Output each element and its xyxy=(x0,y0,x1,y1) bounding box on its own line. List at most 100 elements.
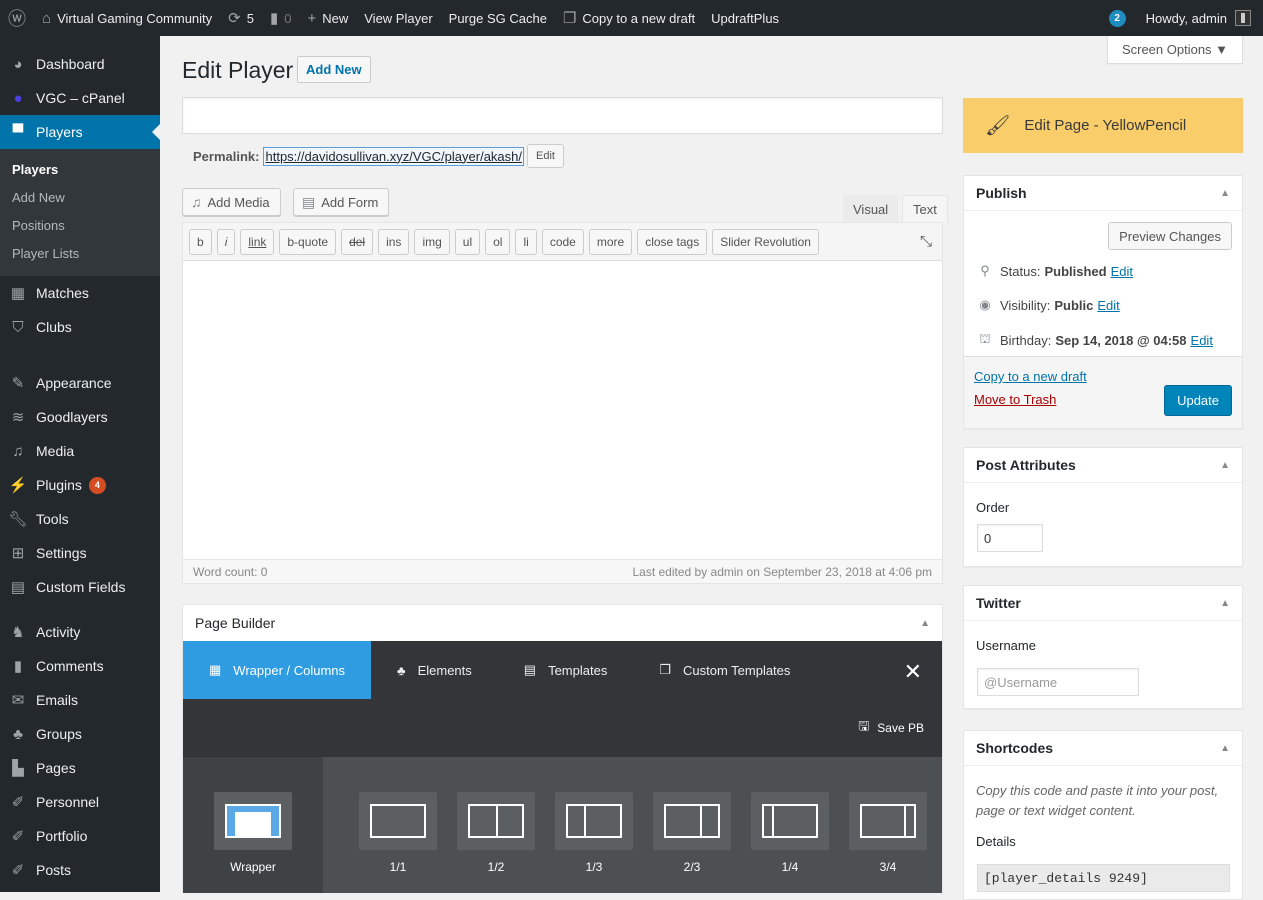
publish-header[interactable]: Publish ▲ xyxy=(964,176,1242,211)
permalink-edit-button[interactable]: Edit xyxy=(527,144,564,168)
submenu-add-new[interactable]: Add New xyxy=(0,184,160,212)
qt-ins[interactable]: ins xyxy=(378,229,410,255)
menu-posts[interactable]: ✐ Posts xyxy=(0,853,160,887)
pb-column-1-2[interactable]: 1/2 xyxy=(447,792,545,893)
permalink-row: Permalink: https://davidosullivan.xyz/VG… xyxy=(193,144,564,168)
qt-slider-revolution[interactable]: Slider Revolution xyxy=(712,229,819,255)
qt-more[interactable]: more xyxy=(588,229,633,255)
new-content-link[interactable]: + New xyxy=(299,0,356,36)
view-player-link[interactable]: View Player xyxy=(356,0,440,36)
username-input[interactable]: @Username xyxy=(977,668,1139,696)
title-input[interactable] xyxy=(182,97,943,134)
qt-link[interactable]: link xyxy=(240,229,275,255)
qt-ol[interactable]: ol xyxy=(485,229,511,255)
purge-cache-link[interactable]: Purge SG Cache xyxy=(441,0,555,36)
qt-li[interactable]: li xyxy=(515,229,537,255)
collapse-icon[interactable]: ▲ xyxy=(1220,598,1230,609)
collapse-icon[interactable]: ▲ xyxy=(1220,188,1230,199)
pb-wrapper-item[interactable]: Wrapper xyxy=(204,792,302,874)
menu-custom-fields[interactable]: ▤ Custom Fields xyxy=(0,570,160,604)
pb-column-2-3[interactable]: 2/3 xyxy=(643,792,741,893)
edit-status-link[interactable]: Edit xyxy=(1111,264,1133,279)
edit-birthday-link[interactable]: Edit xyxy=(1191,333,1213,348)
menu-matches[interactable]: ▦ Matches xyxy=(0,276,160,310)
twitter-header[interactable]: Twitter ▲ xyxy=(964,586,1242,621)
qt-italic[interactable]: i xyxy=(216,229,236,255)
menu-portfolio[interactable]: ✐ Portfolio xyxy=(0,819,160,853)
menu-media[interactable]: ♫ Media xyxy=(0,434,160,468)
content-textarea[interactable] xyxy=(183,261,942,559)
copy-to-draft-link[interactable]: Copy to a new draft xyxy=(974,369,1087,384)
order-input[interactable]: 0 xyxy=(977,524,1043,552)
pb-fullscreen-icon[interactable]: ✕ xyxy=(904,659,922,685)
menu-personnel[interactable]: ✐ Personnel xyxy=(0,785,160,819)
update-button[interactable]: Update xyxy=(1164,385,1232,416)
menu-tools[interactable]: 🔧︎ Tools xyxy=(0,502,160,536)
menu-label: Players xyxy=(36,124,83,140)
fullscreen-icon[interactable]: ⤡ xyxy=(920,233,932,250)
menu-comments[interactable]: ▮ Comments xyxy=(0,649,160,683)
pb-tab-elements[interactable]: ♣ Elements xyxy=(371,641,498,699)
pb-tab-wrapper-columns[interactable]: ▦ Wrapper / Columns xyxy=(183,641,372,699)
menu-clubs[interactable]: ⛉ Clubs xyxy=(0,310,160,344)
submenu-positions[interactable]: Positions xyxy=(0,212,160,240)
site-name-link[interactable]: ⌂ Virtual Gaming Community xyxy=(34,0,220,36)
refresh-icon: ⟳ xyxy=(228,10,241,27)
menu-pages[interactable]: ▙ Pages xyxy=(0,751,160,785)
add-new-button[interactable]: Add New xyxy=(297,56,371,83)
my-account-link[interactable]: Howdy, admin xyxy=(1138,0,1263,36)
menu-settings[interactable]: ⊞ Settings xyxy=(0,536,160,570)
pb-tab-custom-templates[interactable]: ❐ Custom Templates xyxy=(633,641,816,699)
qt-ul[interactable]: ul xyxy=(454,229,481,255)
tab-text[interactable]: Text xyxy=(902,195,948,223)
copy-draft-link[interactable]: ❐ Copy to a new draft xyxy=(555,0,703,36)
menu-vgc-cpanel[interactable]: ● VGC – cPanel xyxy=(0,81,160,115)
menu-dashboard[interactable]: ◕ Dashboard xyxy=(0,47,160,81)
qt-close-tags[interactable]: close tags xyxy=(637,229,708,255)
collapse-icon[interactable]: ▲ xyxy=(920,618,930,629)
menu-goodlayers[interactable]: ≋ Goodlayers xyxy=(0,400,160,434)
menu-groups[interactable]: ♣ Groups xyxy=(0,717,160,751)
page-builder-header[interactable]: Page Builder ▲ xyxy=(183,605,942,641)
pin-icon: ✐ xyxy=(11,862,25,879)
updates-link[interactable]: ⟳ 5 xyxy=(220,0,262,36)
qt-bold[interactable]: b xyxy=(189,229,212,255)
add-media-button[interactable]: ♫ Add Media xyxy=(182,188,281,216)
shortcodes-header[interactable]: Shortcodes ▲ xyxy=(964,731,1242,766)
edit-visibility-link[interactable]: Edit xyxy=(1097,298,1119,313)
pb-tab-templates[interactable]: ▤ Templates xyxy=(498,641,634,699)
collapse-icon[interactable]: ▲ xyxy=(1220,460,1230,471)
menu-emails[interactable]: ✉ Emails xyxy=(0,683,160,717)
permalink-url[interactable]: https://davidosullivan.xyz/VGC/player/ak… xyxy=(263,146,524,166)
submenu-players[interactable]: Players xyxy=(0,156,160,184)
menu-label: VGC – cPanel xyxy=(36,90,125,106)
add-form-button[interactable]: ▤ Add Form xyxy=(293,188,390,216)
wordpress-logo[interactable]: ⓦ xyxy=(0,0,34,36)
updraftplus-link[interactable]: UpdraftPlus xyxy=(703,0,787,36)
move-to-trash-link[interactable]: Move to Trash xyxy=(974,392,1056,407)
save-pb-button[interactable]: 🖫︎ Save PB xyxy=(858,717,924,739)
qt-blockquote[interactable]: b-quote xyxy=(279,229,337,255)
qt-img[interactable]: img xyxy=(414,229,450,255)
menu-appearance[interactable]: ✎ Appearance xyxy=(0,366,160,400)
pb-column-1-4[interactable]: 1/4 xyxy=(741,792,839,893)
column-1-3-icon xyxy=(555,792,633,850)
submenu-player-lists[interactable]: Player Lists xyxy=(0,240,160,268)
menu-activity[interactable]: ♞ Activity xyxy=(0,615,160,649)
pb-column-1-1[interactable]: 1/1 xyxy=(349,792,447,893)
qt-del[interactable]: del xyxy=(341,229,374,255)
screen-options-button[interactable]: Screen Options ▼ xyxy=(1107,36,1243,64)
preview-changes-button[interactable]: Preview Changes xyxy=(1108,222,1232,250)
notification-badge[interactable]: 2 xyxy=(1108,9,1126,27)
comments-link[interactable]: ▮ 0 xyxy=(262,0,300,36)
yellowpencil-button[interactable]: 🖌︎ Edit Page - YellowPencil xyxy=(963,98,1243,153)
qt-code[interactable]: code xyxy=(541,229,584,255)
tab-visual[interactable]: Visual xyxy=(843,195,899,223)
post-attributes-header[interactable]: Post Attributes ▲ xyxy=(964,448,1242,483)
collapse-icon[interactable]: ▲ xyxy=(1220,743,1230,754)
pb-column-1-3[interactable]: 1/3 xyxy=(545,792,643,893)
pb-column-3-4[interactable]: 3/4 xyxy=(839,792,937,893)
menu-plugins[interactable]: ⚡ Plugins 4 xyxy=(0,468,160,502)
details-shortcode-input[interactable]: [player_details 9249] xyxy=(977,864,1230,892)
menu-players[interactable]: ▀ Players xyxy=(0,115,160,149)
